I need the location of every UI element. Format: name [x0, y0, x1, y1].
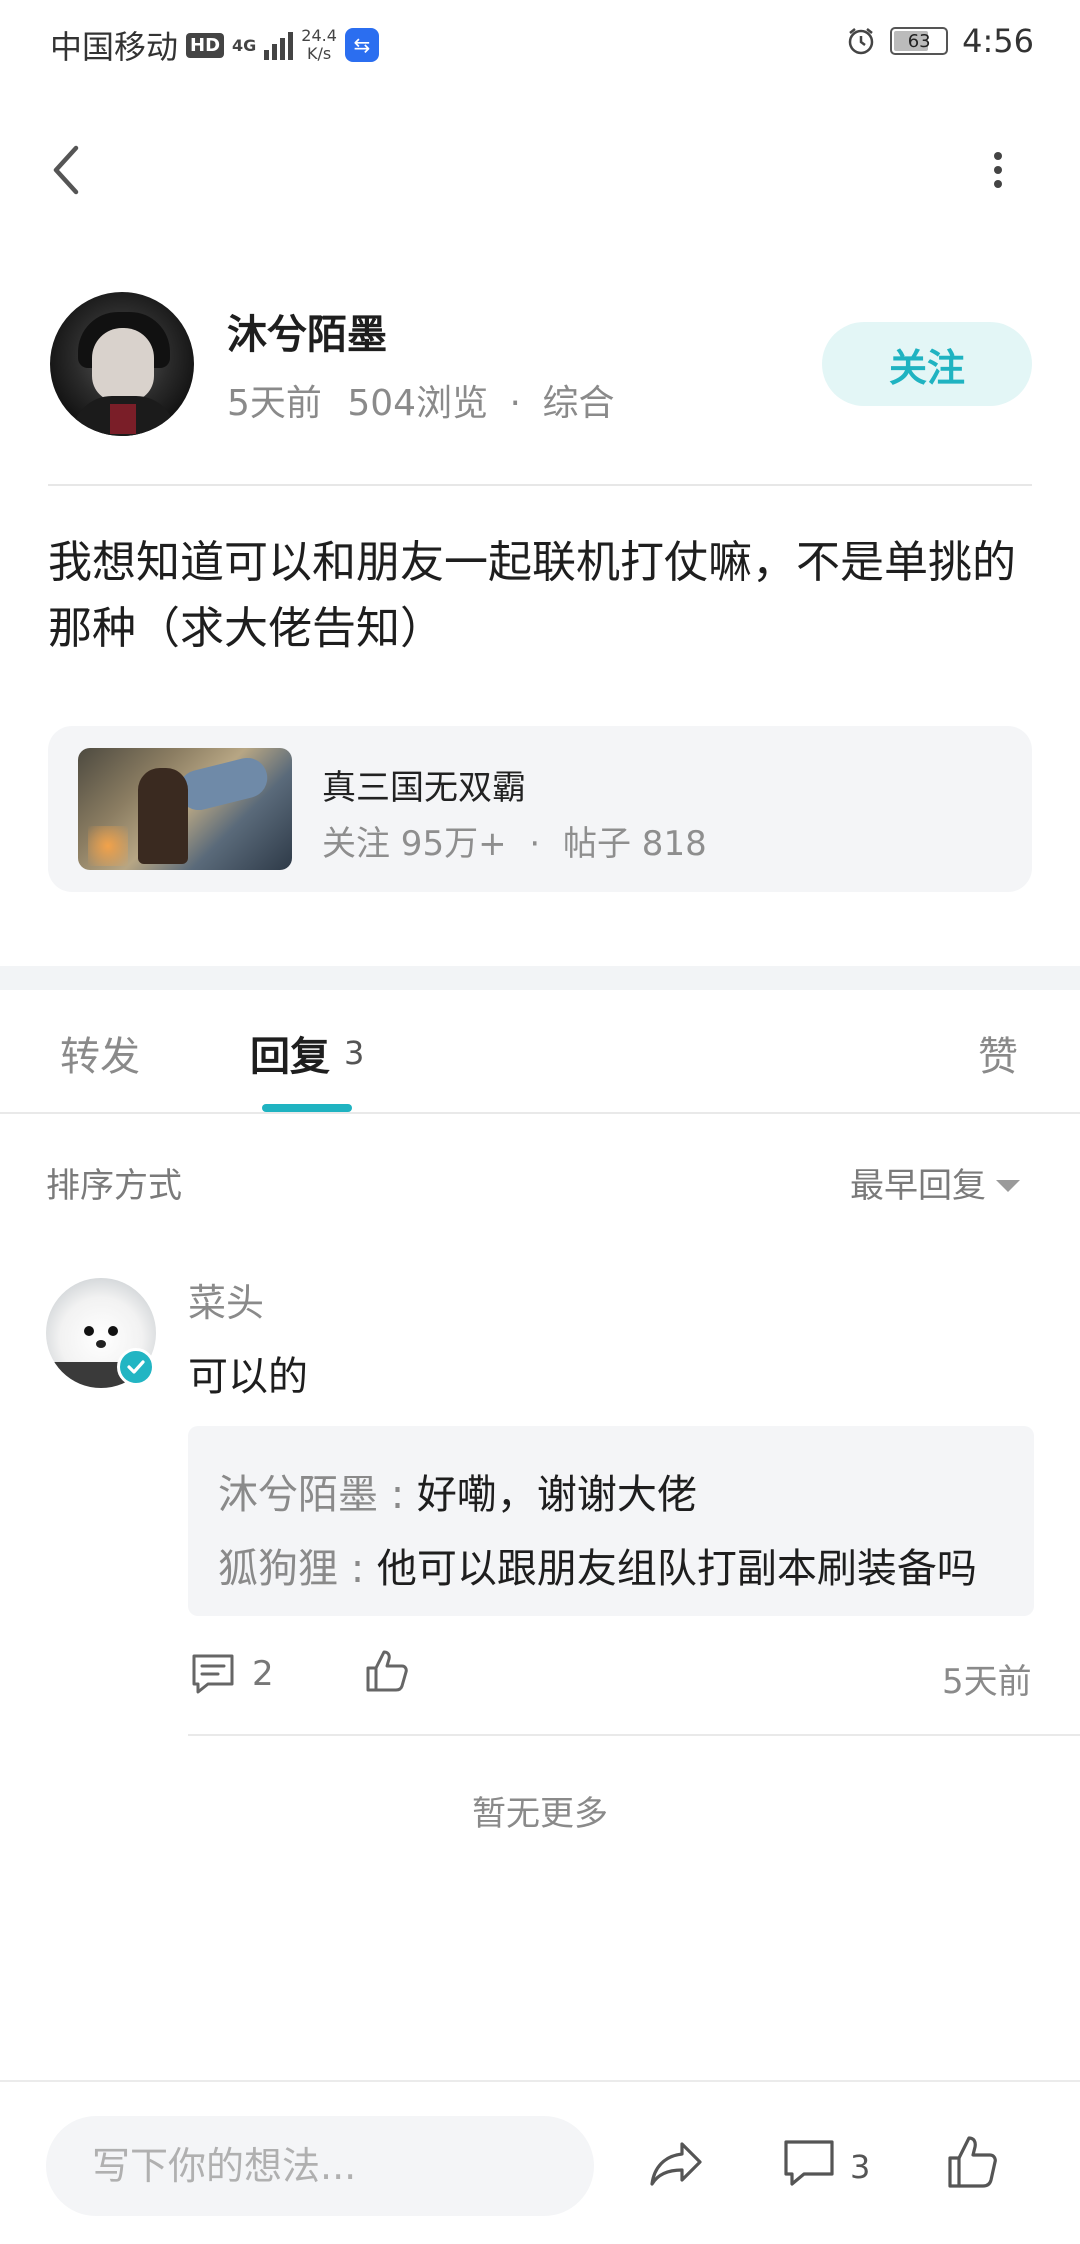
status-bar: 中国移动 HD 4G 24.4 K/s ⇆ 63 4:56 [0, 0, 1080, 86]
reply-item[interactable]: 沐兮陌墨 : 好嘞，谢谢大佬 [218, 1462, 697, 1520]
sort-value: 最早回复 [850, 1166, 986, 1206]
post-time: 5天前 [227, 383, 322, 424]
commenter-name[interactable]: 菜头 [188, 1272, 264, 1327]
comment-icon[interactable] [190, 1652, 236, 1696]
comment-text: 可以的 [188, 1354, 308, 1400]
battery-icon: 63 [890, 27, 949, 55]
post-body: 我想知道可以和朋友一起联机打仗嘛，不是单挑的那种（求大佬告知） [48, 537, 1016, 654]
reply-author: 狐狗狸 [218, 1546, 338, 1592]
tab-indicator [262, 1104, 352, 1112]
speed-unit: K/s [307, 44, 332, 63]
network-speed: 24.4 K/s [301, 27, 337, 63]
no-more-text: 暂无更多 [472, 1794, 608, 1834]
divider [188, 1734, 1080, 1736]
author-avatar[interactable] [50, 292, 194, 436]
dropdown-caret-icon [996, 1179, 1020, 1192]
post-views: 504浏览 [347, 383, 489, 424]
bottom-comment-count: 3 [850, 2148, 871, 2186]
divider [0, 1112, 1080, 1114]
section-gap [0, 966, 1080, 990]
forum-posts: 帖子 818 [563, 824, 707, 864]
post-meta: 5天前 504浏览 · 综合 [227, 374, 614, 426]
share-icon[interactable] [648, 2138, 704, 2190]
thumb-up-icon[interactable] [364, 1648, 410, 1694]
back-icon[interactable] [46, 140, 86, 200]
reply-separator: : [378, 1472, 417, 1518]
more-vertical-icon[interactable] [985, 150, 1011, 190]
reply-separator: : [338, 1546, 377, 1592]
speed-value: 24.4 [301, 26, 337, 45]
comment-input-wrapper[interactable] [46, 2116, 594, 2216]
author-name[interactable]: 沐兮陌墨 [227, 302, 387, 360]
reply-text: 好嘞，谢谢大佬 [416, 1472, 697, 1518]
carrier-label: 中国移动 [50, 28, 179, 66]
reply-author: 沐兮陌墨 [218, 1472, 378, 1518]
comment-count: 2 [252, 1654, 274, 1694]
forum-followers: 关注 95万+ [322, 824, 507, 864]
sort-label: 排序方式 [46, 1166, 182, 1206]
tab-reply-count: 3 [344, 1034, 365, 1072]
follow-button[interactable]: 关注 [822, 322, 1032, 406]
forum-name[interactable]: 真三国无双霸 [322, 760, 526, 809]
meta-separator: · [529, 824, 541, 864]
reply-text: 他可以跟朋友组队打副本刷装备吗 [376, 1546, 977, 1592]
post-category: 综合 [542, 383, 615, 424]
forum-stats: 关注 95万+ · 帖子 818 [322, 816, 707, 865]
network-gen-label: 4G [232, 35, 257, 55]
comment-input[interactable] [46, 2116, 594, 2216]
battery-level: 63 [907, 30, 931, 52]
tab-reply[interactable]: 回复 [250, 1024, 330, 1082]
divider [48, 484, 1032, 486]
alarm-icon [848, 28, 874, 55]
divider [0, 2080, 1080, 2082]
hd-badge: HD [186, 32, 225, 58]
forum-thumbnail [78, 748, 292, 870]
verified-icon [117, 1348, 155, 1386]
app-notification-icon: ⇆ [344, 28, 379, 62]
tab-repost[interactable]: 转发 [60, 1024, 140, 1082]
sort-dropdown[interactable]: 最早回复 [850, 1158, 1020, 1207]
meta-separator: · [509, 383, 521, 424]
thumb-up-icon[interactable] [946, 2134, 1000, 2190]
tab-like[interactable]: 赞 [978, 1024, 1018, 1082]
reply-item[interactable]: 狐狗狸 : 他可以跟朋友组队打副本刷装备吗 [218, 1536, 977, 1594]
signal-icon [264, 30, 294, 60]
clock: 4:56 [962, 22, 1034, 60]
comment-time: 5天前 [942, 1662, 1032, 1702]
comment-icon[interactable] [782, 2138, 836, 2190]
